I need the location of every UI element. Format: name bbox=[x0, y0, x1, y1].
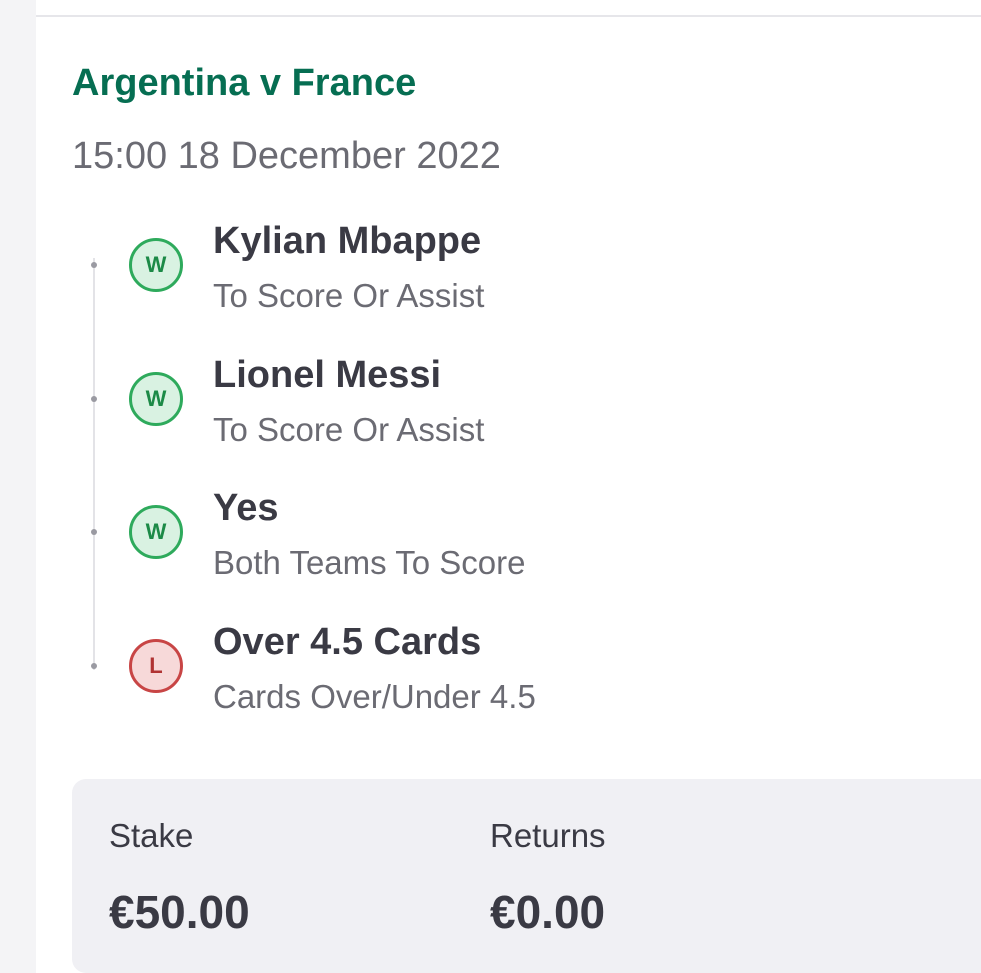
match-title[interactable]: Argentina v France bbox=[72, 60, 416, 106]
selection-item: W Kylian Mbappe To Score Or Assist bbox=[36, 218, 981, 328]
selection-market: To Score Or Assist bbox=[213, 411, 485, 448]
win-result-icon: W bbox=[129, 372, 183, 426]
selection-item: L Over 4.5 Cards Cards Over/Under 4.5 bbox=[36, 619, 981, 729]
selection-name: Lionel Messi bbox=[213, 354, 442, 396]
top-divider bbox=[36, 15, 981, 17]
selection-market: To Score Or Assist bbox=[213, 277, 485, 314]
timeline-dot bbox=[91, 529, 97, 535]
loss-result-icon: L bbox=[129, 639, 183, 693]
selection-market: Cards Over/Under 4.5 bbox=[213, 678, 536, 715]
selection-name: Over 4.5 Cards bbox=[213, 621, 482, 663]
returns-label: Returns bbox=[490, 817, 606, 854]
bet-summary: Stake €50.00 Returns €0.00 bbox=[72, 779, 981, 973]
selection-market: Both Teams To Score bbox=[213, 544, 526, 581]
timeline-dot bbox=[91, 396, 97, 402]
selection-name: Yes bbox=[213, 487, 279, 529]
match-datetime: 15:00 18 December 2022 bbox=[72, 135, 501, 177]
win-result-icon: W bbox=[129, 238, 183, 292]
bet-card: Argentina v France 15:00 18 December 202… bbox=[36, 0, 981, 973]
selection-item: W Lionel Messi To Score Or Assist bbox=[36, 352, 981, 462]
returns-value: €0.00 bbox=[490, 886, 606, 938]
win-result-icon: W bbox=[129, 505, 183, 559]
selection-item: W Yes Both Teams To Score bbox=[36, 485, 981, 595]
timeline-dot bbox=[91, 262, 97, 268]
stake-label: Stake bbox=[109, 817, 194, 854]
stake-value: €50.00 bbox=[109, 886, 250, 938]
timeline-dot bbox=[91, 663, 97, 669]
selection-name: Kylian Mbappe bbox=[213, 220, 482, 262]
